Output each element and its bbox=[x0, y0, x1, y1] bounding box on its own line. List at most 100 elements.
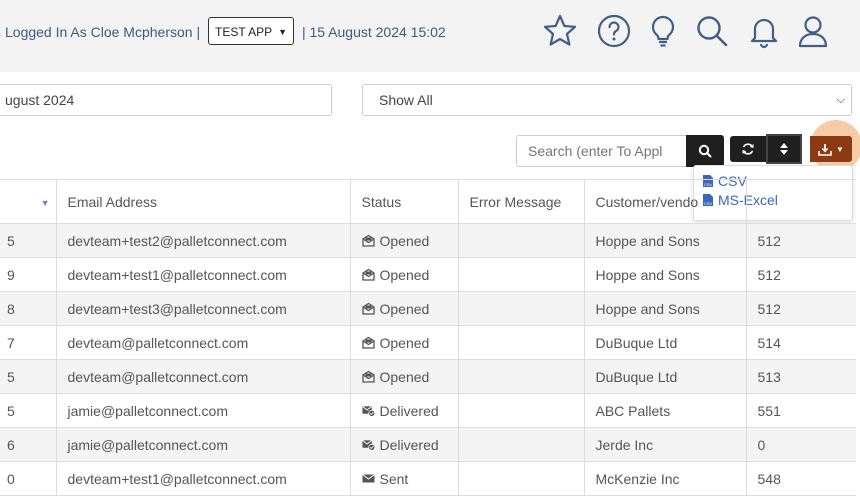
column-header-email[interactable]: Email Address bbox=[55, 179, 350, 224]
search-button[interactable] bbox=[686, 135, 724, 167]
sort-button[interactable] bbox=[766, 134, 802, 164]
download-icon bbox=[818, 143, 832, 156]
cell-id: 6 bbox=[0, 427, 56, 462]
cell-id: 7 bbox=[0, 325, 56, 360]
caret-down-icon: ▼ bbox=[836, 144, 844, 154]
app-select-value: TEST APP bbox=[215, 24, 273, 39]
status-label: Opened bbox=[379, 232, 430, 249]
cell-id: 5 bbox=[0, 359, 56, 394]
cell-id: 0 bbox=[0, 461, 56, 496]
table-row[interactable]: 6 jamie@palletconnect.com Delivered Jerde I… bbox=[0, 427, 856, 462]
status-label: Opened bbox=[379, 300, 430, 317]
separator: | bbox=[301, 24, 306, 40]
top-bar: Logged In As Cloe Mcpherson | TEST APP ▼ … bbox=[0, 0, 860, 72]
cell-id: 5 bbox=[0, 393, 56, 428]
cell-email: devteam@palletconnect.com bbox=[55, 325, 350, 360]
cell-email: devteam+test2@palletconnect.com bbox=[55, 223, 350, 258]
column-header-customer[interactable]: Customer/vendo bbox=[583, 179, 746, 224]
table-header-row: ▼ Email Address Status Error Message Cus… bbox=[0, 179, 856, 224]
star-icon[interactable] bbox=[541, 12, 579, 50]
refresh-button[interactable] bbox=[730, 136, 766, 162]
cell-id: 8 bbox=[0, 291, 56, 326]
cell-error bbox=[457, 461, 584, 496]
status-indicator: Opened bbox=[361, 300, 447, 317]
sort-icon bbox=[780, 143, 788, 155]
column-header-status[interactable]: Status bbox=[349, 179, 458, 224]
column-header-error[interactable]: Error Message bbox=[457, 179, 584, 224]
search-icon[interactable] bbox=[693, 12, 731, 50]
search-icon bbox=[698, 144, 712, 158]
user-icon[interactable] bbox=[794, 12, 832, 50]
envelope-open-icon bbox=[361, 234, 375, 247]
refresh-icon bbox=[742, 143, 754, 155]
cell-id: 5 bbox=[0, 223, 56, 258]
cell-email: devteam@palletconnect.com bbox=[55, 359, 350, 394]
cell-ref: 548 bbox=[745, 461, 856, 496]
login-info: Logged In As Cloe Mcpherson | TEST APP ▼ … bbox=[5, 17, 446, 46]
date-range-input[interactable]: ugust 2024 bbox=[0, 84, 332, 116]
cell-email: jamie@palletconnect.com bbox=[55, 393, 350, 428]
table-row[interactable]: 7 devteam@palletconnect.com Opened DuBuque … bbox=[0, 325, 856, 360]
table-body: 5 devteam+test2@palletconnect.com Opened Ho… bbox=[0, 223, 856, 496]
help-icon[interactable] bbox=[595, 12, 633, 50]
cell-status: Delivered bbox=[349, 427, 458, 462]
cell-customer: Jerde Inc bbox=[583, 427, 746, 462]
table-row[interactable]: 9 devteam+test1@palletconnect.com Opened Ho… bbox=[0, 257, 856, 292]
status-filter-value: Show All bbox=[379, 92, 433, 108]
table-row[interactable]: 0 devteam+test1@palletconnect.com Sent McKe… bbox=[0, 461, 856, 496]
cell-ref: 0 bbox=[745, 427, 856, 462]
cell-customer: DuBuque Ltd bbox=[583, 359, 746, 394]
table-search-input[interactable] bbox=[516, 135, 686, 167]
envelope-open-icon bbox=[361, 370, 375, 383]
sort-desc-icon: ▼ bbox=[40, 198, 50, 208]
table-row[interactable]: 5 devteam@palletconnect.com Opened DuBuque … bbox=[0, 359, 856, 394]
cell-customer: Hoppe and Sons bbox=[583, 223, 746, 258]
cell-error bbox=[457, 325, 584, 360]
table-row[interactable]: 5 devteam+test2@palletconnect.com Opened Ho… bbox=[0, 223, 856, 258]
bell-icon[interactable] bbox=[745, 12, 783, 50]
cell-customer: DuBuque Ltd bbox=[583, 325, 746, 360]
date-range-value: ugust 2024 bbox=[5, 92, 75, 108]
status-indicator: Opened bbox=[361, 334, 447, 351]
envelope-icon bbox=[361, 472, 375, 485]
email-log-table: ▼ Email Address Status Error Message Cus… bbox=[0, 179, 856, 496]
cell-email: jamie@palletconnect.com bbox=[55, 427, 350, 462]
column-header-id[interactable]: ▼ bbox=[0, 179, 56, 224]
column-header-ref[interactable] bbox=[745, 179, 856, 224]
cell-customer: ABC Pallets bbox=[583, 393, 746, 428]
cell-error bbox=[457, 291, 584, 326]
export-button[interactable]: ▼ bbox=[810, 136, 852, 162]
status-label: Opened bbox=[379, 334, 430, 351]
chevron-down-icon: ⌵ bbox=[836, 94, 845, 106]
cell-status: Opened bbox=[349, 257, 458, 292]
status-label: Opened bbox=[379, 266, 430, 283]
table-row[interactable]: 5 jamie@palletconnect.com Delivered ABC Pal… bbox=[0, 393, 856, 428]
cell-ref: 513 bbox=[745, 359, 856, 394]
app-select[interactable]: TEST APP ▼ bbox=[208, 17, 295, 45]
chevron-down-icon: ▼ bbox=[278, 26, 288, 37]
status-label: Sent bbox=[379, 470, 409, 487]
cell-ref: 551 bbox=[745, 393, 856, 428]
cell-customer: Hoppe and Sons bbox=[583, 291, 746, 326]
cell-error bbox=[457, 427, 584, 462]
status-label: Delivered bbox=[379, 436, 439, 453]
cell-error bbox=[457, 223, 584, 258]
status-label: Opened bbox=[379, 368, 430, 385]
envelope-open-icon bbox=[361, 268, 375, 281]
cell-status: Opened bbox=[349, 359, 458, 394]
cell-error bbox=[457, 257, 584, 292]
datetime-text: 15 August 2024 15:02 bbox=[309, 24, 446, 40]
envelope-check-icon bbox=[361, 438, 375, 451]
cell-ref: 512 bbox=[745, 257, 856, 292]
status-indicator: Opened bbox=[361, 266, 447, 283]
table-row[interactable]: 8 devteam+test3@palletconnect.com Opened Ho… bbox=[0, 291, 856, 326]
cell-status: Opened bbox=[349, 291, 458, 326]
cell-status: Sent bbox=[349, 461, 458, 496]
status-indicator: Delivered bbox=[361, 403, 447, 419]
status-filter-select[interactable]: Show All ⌵ bbox=[362, 84, 852, 116]
cell-error bbox=[457, 359, 584, 394]
cell-status: Delivered bbox=[349, 393, 458, 428]
logged-in-text: Logged In As Cloe Mcpherson bbox=[5, 24, 193, 40]
lightbulb-icon[interactable] bbox=[644, 12, 682, 50]
cell-email: devteam+test1@palletconnect.com bbox=[55, 461, 350, 496]
